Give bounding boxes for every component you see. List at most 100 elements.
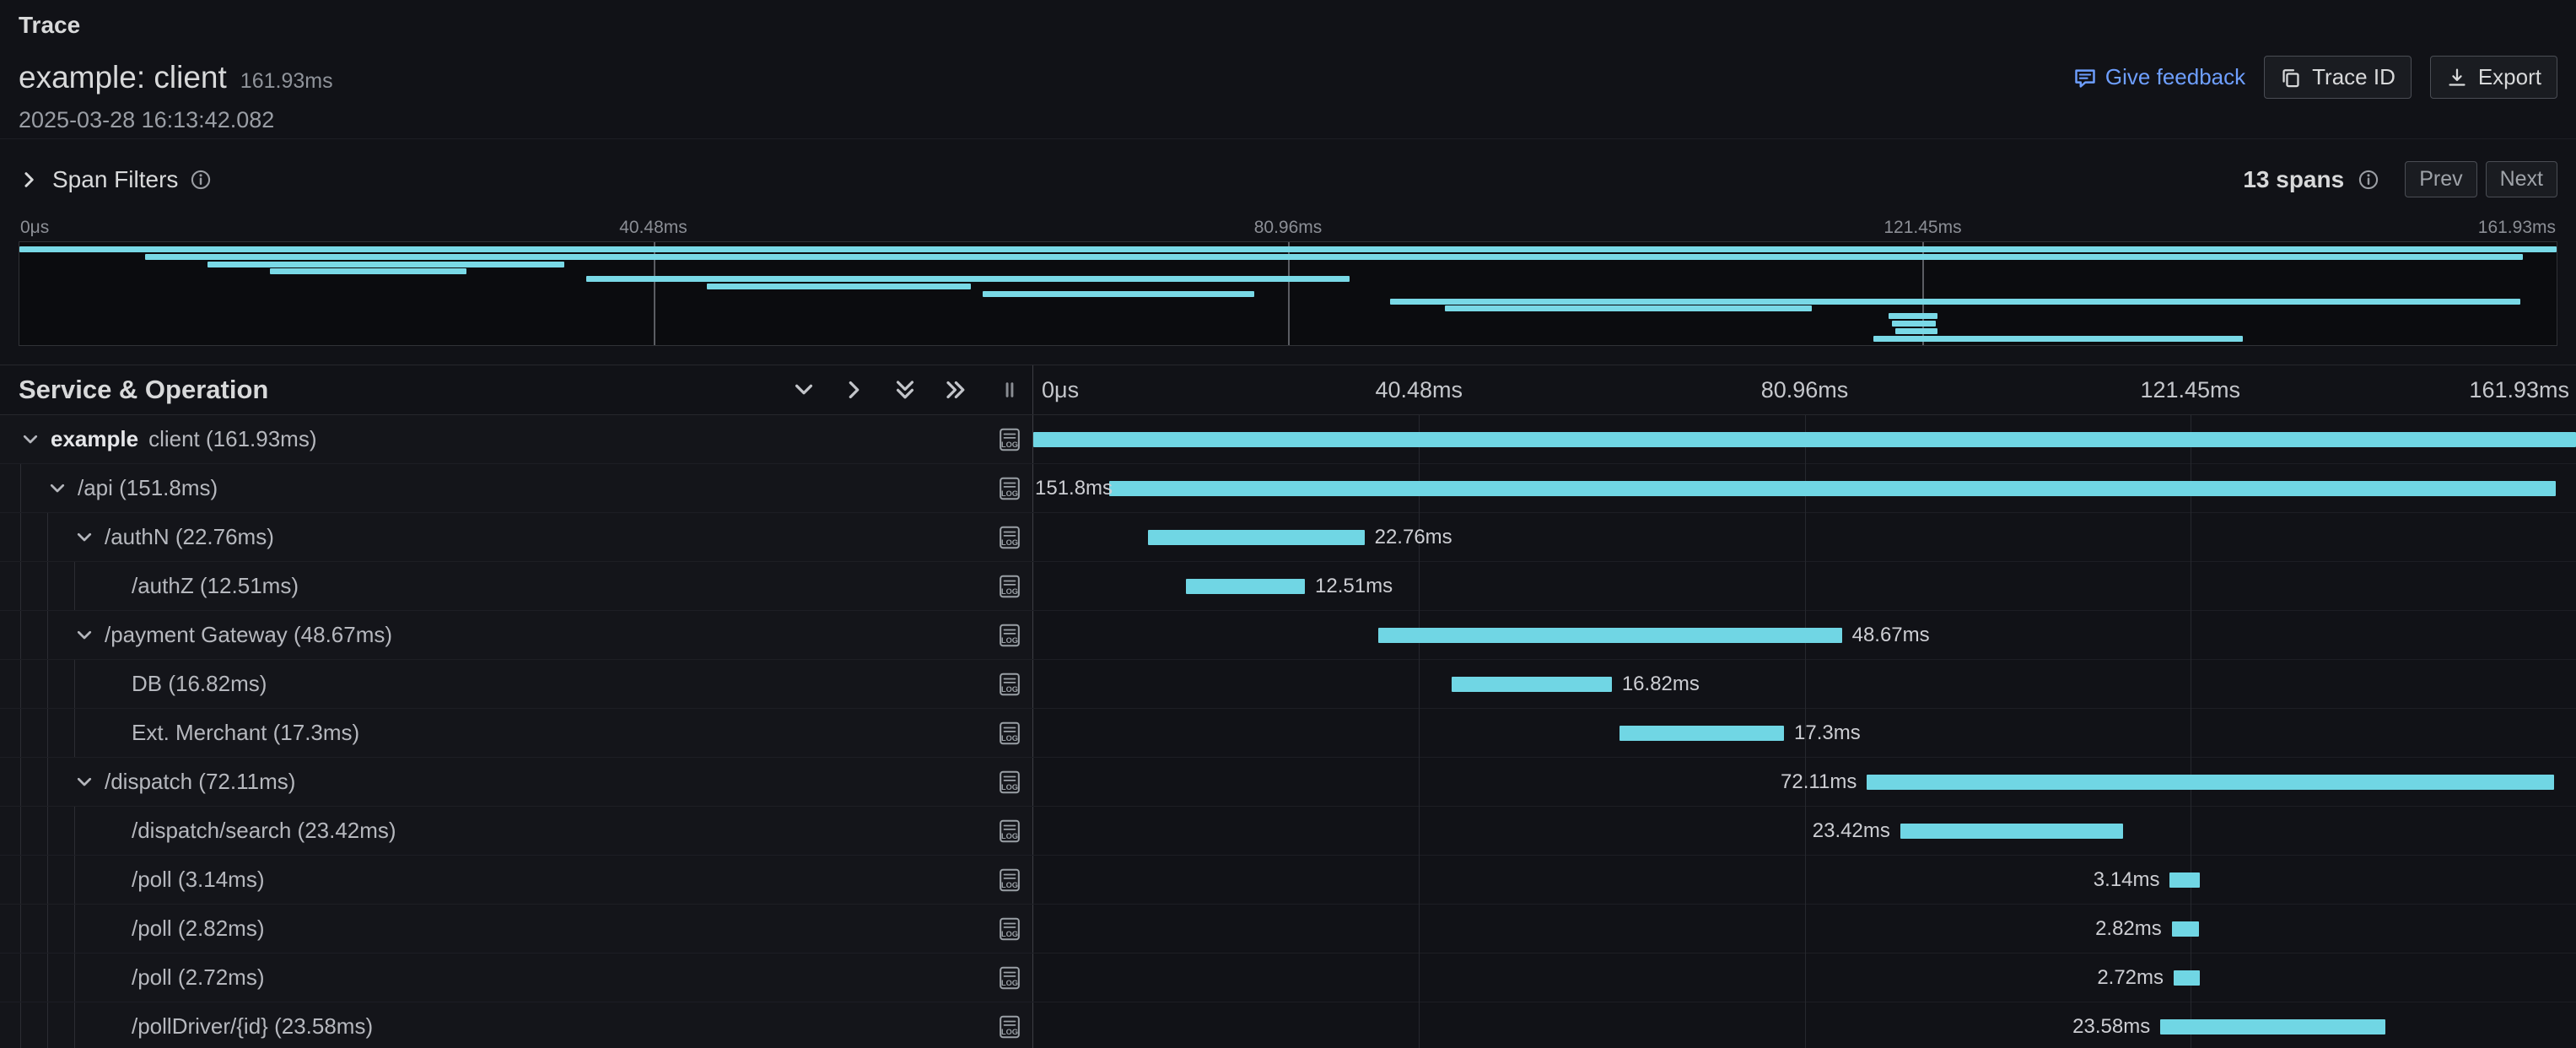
span-timeline-cell[interactable]: 48.67ms — [1033, 611, 2576, 659]
row-chevron-icon[interactable] — [74, 772, 105, 792]
span-logs-icon[interactable]: LOG — [999, 1014, 1021, 1040]
span-logs-icon[interactable]: LOG — [999, 623, 1021, 648]
row-chevron-icon[interactable] — [20, 429, 51, 450]
minimap-span-bar[interactable] — [983, 291, 1253, 297]
span-timeline-cell[interactable]: 12.51ms — [1033, 562, 2576, 610]
info-icon[interactable] — [190, 169, 212, 191]
span-logs-icon[interactable]: LOG — [999, 672, 1021, 697]
span-bar[interactable] — [1186, 579, 1305, 594]
span-timeline-cell[interactable]: 23.58ms — [1033, 1002, 2576, 1048]
collapse-all-icon[interactable] — [892, 377, 918, 402]
span-row[interactable]: /poll (2.82ms) LOG 2.82ms — [0, 905, 2576, 953]
span-timeline-cell[interactable]: 72.11ms — [1033, 758, 2576, 806]
span-row[interactable]: /dispatch (72.11ms) LOG 72.11ms — [0, 758, 2576, 807]
minimap-span-bar[interactable] — [586, 276, 1349, 282]
span-logs-icon[interactable]: LOG — [999, 867, 1021, 893]
minimap-span-bar[interactable] — [1892, 321, 1936, 327]
minimap-span-bar[interactable] — [707, 284, 970, 289]
span-bar[interactable] — [1109, 481, 2556, 496]
span-timeline-cell[interactable]: 22.76ms — [1033, 513, 2576, 561]
export-button[interactable]: Export — [2430, 56, 2557, 99]
span-timeline-cell[interactable]: 23.42ms — [1033, 807, 2576, 855]
row-chevron-icon[interactable] — [74, 625, 105, 646]
span-row[interactable]: /authZ (12.51ms) LOG 12.51ms — [0, 562, 2576, 611]
span-row[interactable]: /api (151.8ms) LOG 151.8ms — [0, 464, 2576, 513]
minimap-span-bar[interactable] — [145, 254, 2524, 260]
span-name-cell[interactable]: example client (161.93ms) LOG — [0, 415, 1033, 463]
span-timeline-cell[interactable]: 16.82ms — [1033, 660, 2576, 708]
svg-text:LOG: LOG — [1001, 587, 1018, 596]
span-name-cell[interactable]: /payment Gateway (48.67ms) LOG — [0, 611, 1033, 659]
span-timeline-cell[interactable]: 3.14ms — [1033, 856, 2576, 904]
span-name-cell[interactable]: DB (16.82ms) LOG — [0, 660, 1033, 708]
span-name-cell[interactable]: /authZ (12.51ms) LOG — [0, 562, 1033, 610]
span-logs-icon[interactable]: LOG — [999, 525, 1021, 550]
span-name-cell[interactable]: /dispatch (72.11ms) LOG — [0, 758, 1033, 806]
minimap-span-bar[interactable] — [207, 262, 564, 267]
span-timeline-cell[interactable]: 151.8ms — [1033, 464, 2576, 512]
info-icon[interactable] — [2358, 169, 2379, 191]
span-name-cell[interactable]: Ext. Merchant (17.3ms) LOG — [0, 709, 1033, 757]
timeline-minimap[interactable] — [19, 241, 2557, 346]
span-filters-toggle[interactable]: Span Filters — [19, 166, 212, 193]
row-chevron-icon[interactable] — [47, 478, 78, 499]
span-row[interactable]: /poll (3.14ms) LOG 3.14ms — [0, 856, 2576, 905]
span-timeline-cell[interactable]: 2.72ms — [1033, 953, 2576, 1002]
span-bar[interactable] — [1378, 628, 1842, 643]
span-bar[interactable] — [2174, 970, 2200, 986]
span-timeline-cell[interactable]: 17.3ms — [1033, 709, 2576, 757]
minimap-span-bar[interactable] — [1889, 313, 1937, 319]
prev-button[interactable]: Prev — [2405, 161, 2476, 197]
span-row[interactable]: /authN (22.76ms) LOG 22.76ms — [0, 513, 2576, 562]
trace-id-button[interactable]: Trace ID — [2264, 56, 2412, 99]
row-chevron-icon[interactable] — [74, 527, 105, 548]
span-row[interactable]: DB (16.82ms) LOG 16.82ms — [0, 660, 2576, 709]
span-label: /payment Gateway (48.67ms) — [105, 622, 392, 648]
span-bar[interactable] — [1148, 530, 1365, 545]
span-row[interactable]: /dispatch/search (23.42ms) LOG 23.42ms — [0, 807, 2576, 856]
span-logs-icon[interactable]: LOG — [999, 818, 1021, 844]
collapse-one-icon[interactable] — [791, 377, 816, 402]
minimap-span-bar[interactable] — [1445, 305, 1812, 311]
expand-all-icon[interactable] — [943, 377, 968, 402]
span-logs-icon[interactable]: LOG — [999, 476, 1021, 501]
span-name-cell[interactable]: /poll (2.82ms) LOG — [0, 905, 1033, 953]
next-button[interactable]: Next — [2486, 161, 2557, 197]
expand-one-icon[interactable] — [842, 377, 867, 402]
timeline-minimap-block: 0μs 40.48ms 80.96ms 121.45ms 161.93ms — [19, 214, 2557, 346]
span-timeline-cell[interactable]: 2.82ms — [1033, 905, 2576, 953]
span-bar[interactable] — [1619, 726, 1784, 741]
span-bar[interactable] — [1900, 824, 2124, 839]
span-logs-icon[interactable]: LOG — [999, 965, 1021, 991]
span-row[interactable]: /poll (2.72ms) LOG 2.72ms — [0, 953, 2576, 1002]
span-bar[interactable] — [2169, 872, 2199, 888]
span-bar[interactable] — [1033, 432, 2576, 447]
span-logs-icon[interactable]: LOG — [999, 770, 1021, 795]
minimap-span-bar[interactable] — [1895, 328, 1938, 334]
span-bar[interactable] — [1452, 677, 1612, 692]
span-row[interactable]: /pollDriver/{id} (23.58ms) LOG 23.58ms — [0, 1002, 2576, 1048]
column-resize-handle[interactable] — [999, 377, 1021, 402]
minimap-span-bar[interactable] — [1390, 299, 2520, 305]
span-name-cell[interactable]: /authN (22.76ms) LOG — [0, 513, 1033, 561]
span-name-cell[interactable]: /pollDriver/{id} (23.58ms) LOG — [0, 1002, 1033, 1048]
span-row[interactable]: /payment Gateway (48.67ms) LOG 48.67ms — [0, 611, 2576, 660]
give-feedback-link[interactable]: Give feedback — [2073, 64, 2245, 90]
span-name-cell[interactable]: /dispatch/search (23.42ms) LOG — [0, 807, 1033, 855]
span-bar[interactable] — [2172, 921, 2199, 937]
span-logs-icon[interactable]: LOG — [999, 721, 1021, 746]
span-logs-icon[interactable]: LOG — [999, 916, 1021, 942]
span-bar[interactable] — [2160, 1019, 2385, 1034]
minimap-span-bar[interactable] — [19, 246, 2557, 252]
span-name-cell[interactable]: /poll (3.14ms) LOG — [0, 856, 1033, 904]
span-bar[interactable] — [1867, 775, 2553, 790]
minimap-span-bar[interactable] — [1873, 336, 2243, 342]
span-name-cell[interactable]: /api (151.8ms) LOG — [0, 464, 1033, 512]
span-timeline-cell[interactable]: 161.93ms — [1033, 415, 2576, 463]
span-name-cell[interactable]: /poll (2.72ms) LOG — [0, 953, 1033, 1002]
span-logs-icon[interactable]: LOG — [999, 574, 1021, 599]
span-row[interactable]: example client (161.93ms) LOG 161.93ms — [0, 415, 2576, 464]
minimap-span-bar[interactable] — [270, 268, 466, 274]
span-row[interactable]: Ext. Merchant (17.3ms) LOG 17.3ms — [0, 709, 2576, 758]
span-logs-icon[interactable]: LOG — [999, 427, 1021, 452]
